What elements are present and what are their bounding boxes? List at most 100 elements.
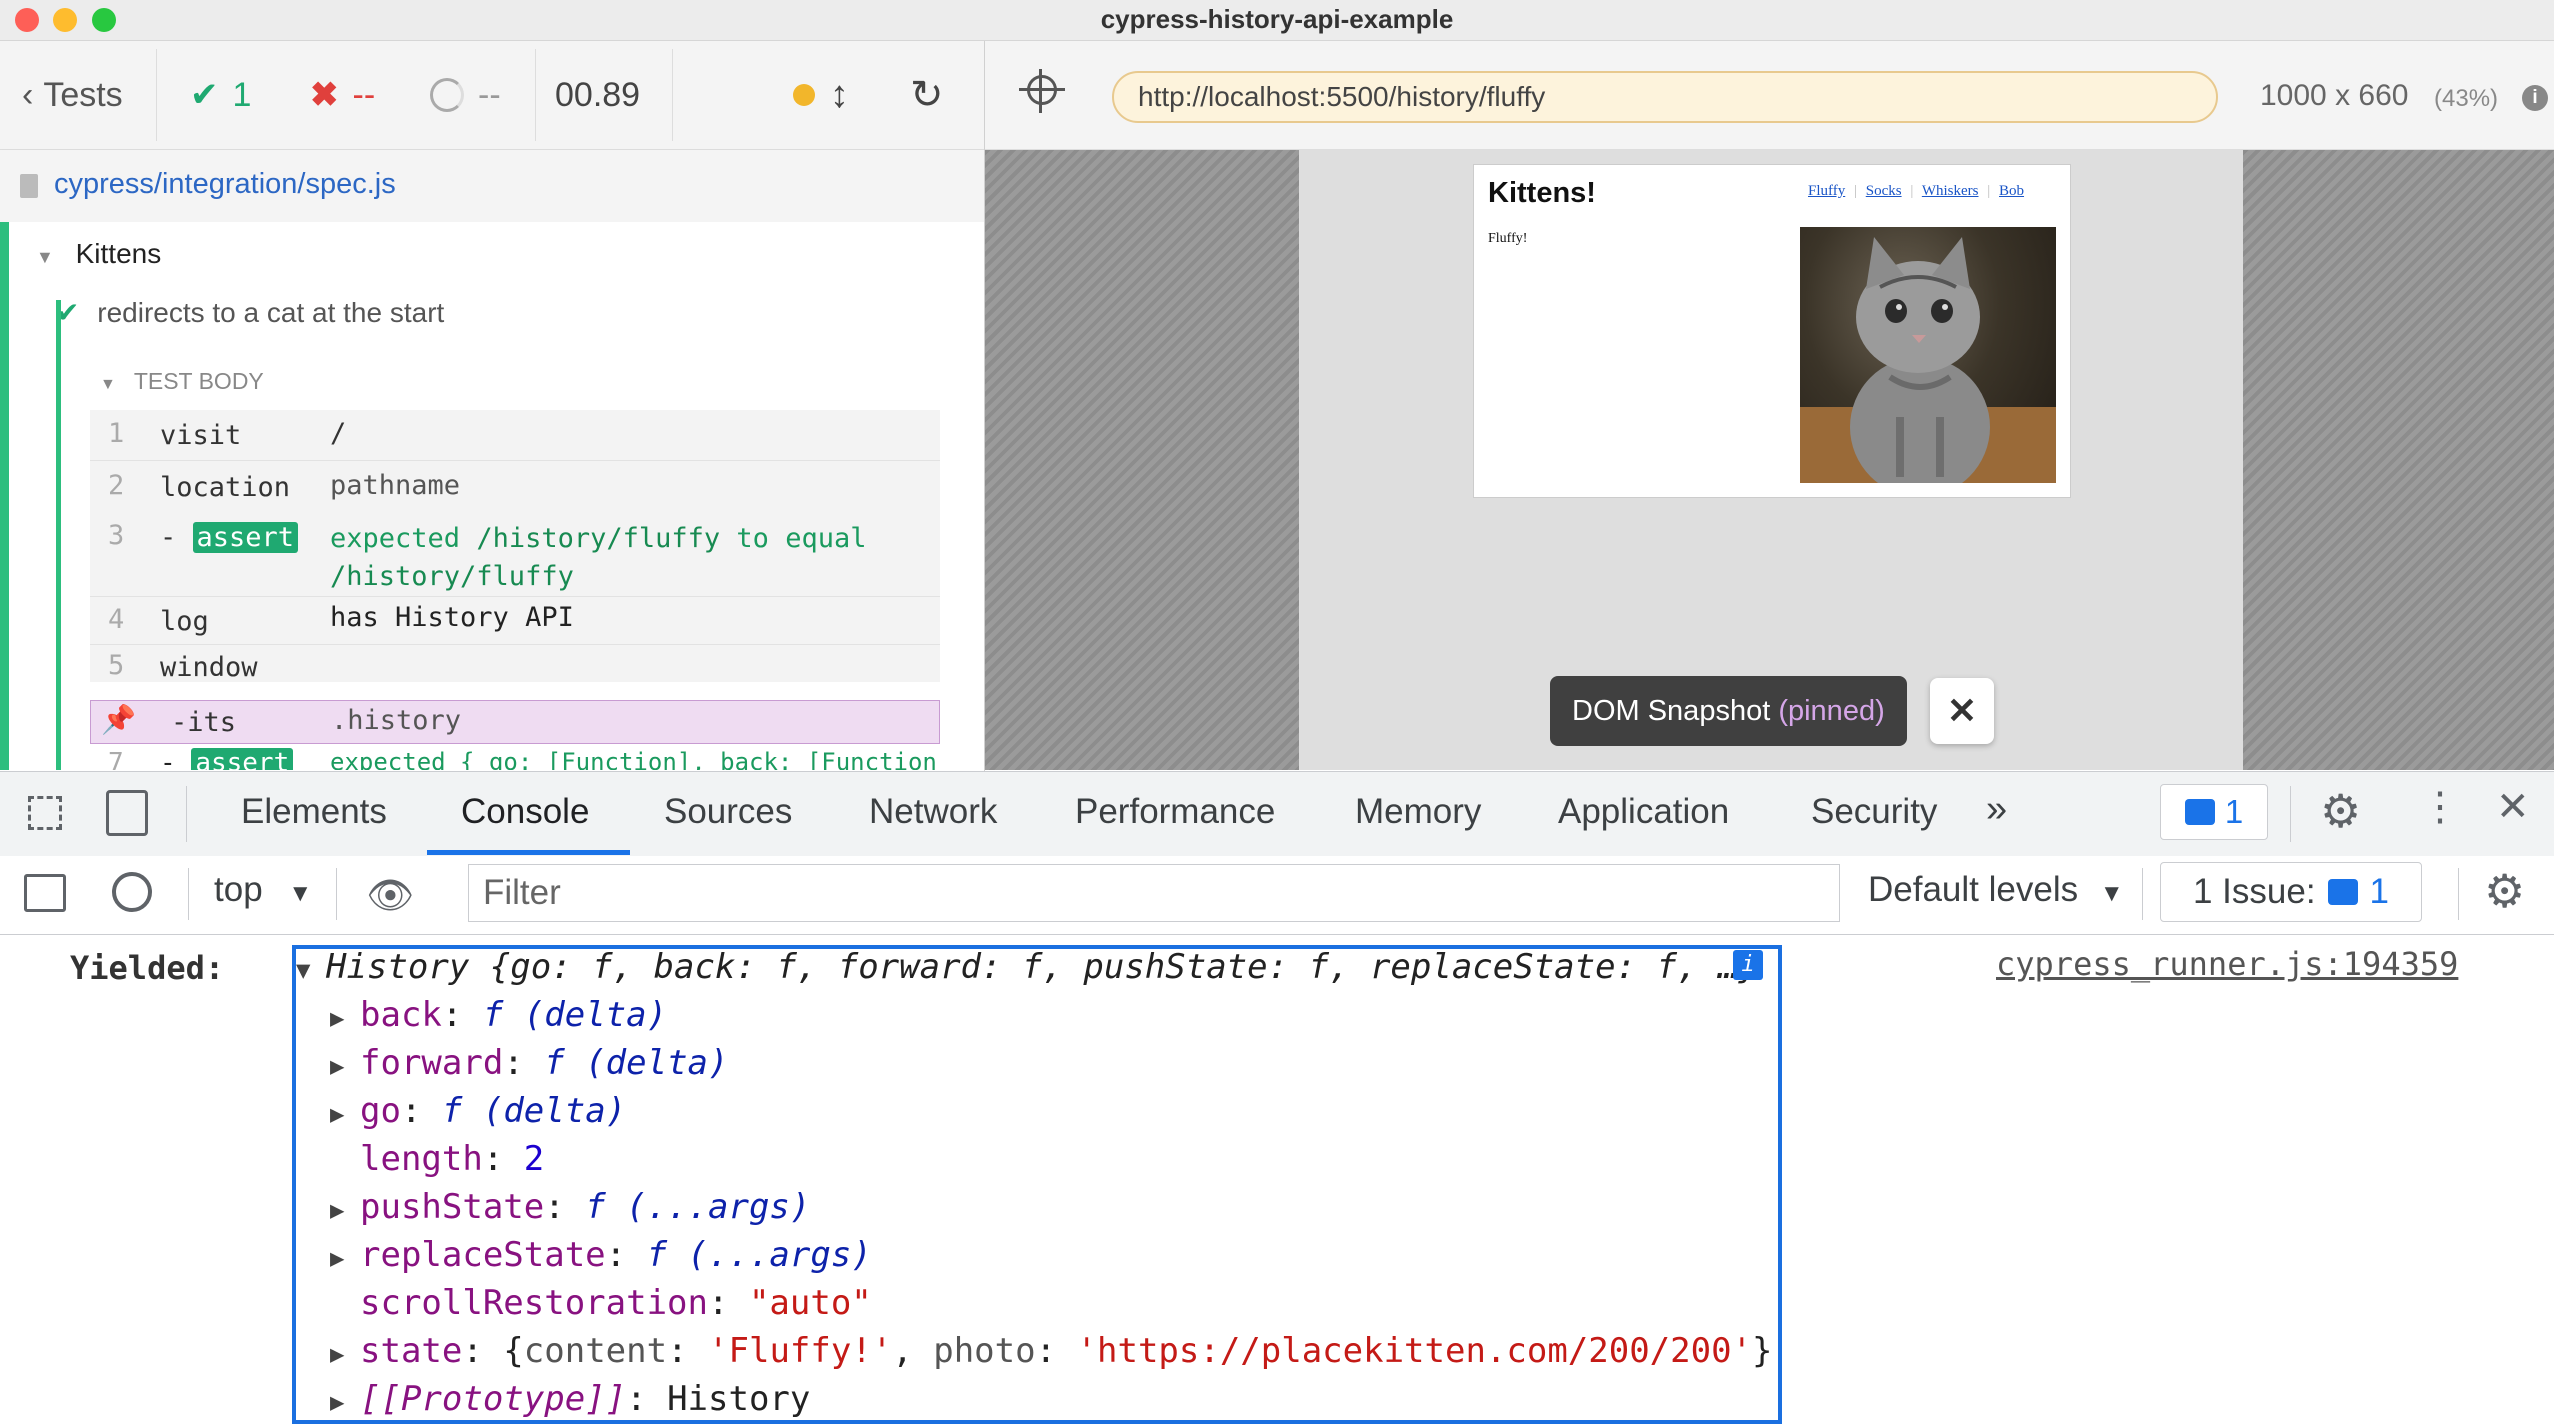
issues-button[interactable]: 1 Issue: 1 [2160,862,2422,922]
url-bar[interactable]: http://localhost:5500/history/fluffy [1112,71,2218,123]
failed-count: -- [352,75,376,114]
kebab-menu-icon[interactable]: ⋮ [2420,784,2460,830]
device-toolbar-icon[interactable] [106,790,148,836]
prop-row-go[interactable]: ▶ go: f (delta) [330,1091,626,1131]
log-levels-dropdown[interactable]: Default levels ▼ [1868,870,2124,910]
info-badge-icon[interactable]: i [1733,950,1763,980]
state-content-value: 'Fluffy!' [708,1331,893,1371]
close-devtools-icon[interactable]: ✕ [2496,784,2530,830]
viewport-margin-left [985,150,1299,770]
prop-key: length [360,1139,483,1179]
devtools-tab-bar: Elements Console Sources Network Perform… [0,771,2554,857]
prop-value: f (...args) [646,1235,872,1275]
collapsed-triangle-icon: ▶ [330,1340,345,1368]
collapsed-triangle-icon: ▶ [330,1244,345,1272]
tab-sources[interactable]: Sources [664,792,792,832]
source-link[interactable]: cypress_runner.js:194359 [1996,945,2458,983]
tab-elements[interactable]: Elements [241,792,387,832]
spec-path-bar: cypress/integration/spec.js [0,150,984,223]
prop-row-prototype[interactable]: ▶ [[Prototype]]: History [330,1379,810,1419]
command-name: location [160,472,291,503]
test-body-label: TEST BODY [133,368,264,394]
command-row-assert-2[interactable]: 7 - assert expected { go: [Function], ba… [90,746,940,770]
command-number: 3 [108,520,125,551]
pending-spinner-icon [430,78,464,112]
prop-row-pushstate[interactable]: ▶ pushState: f (...args) [330,1187,810,1227]
active-tab-underline [427,850,630,855]
command-number: 1 [108,418,125,449]
command-row-assert[interactable]: 3 - assert expected /history/fluffy to e… [90,512,940,594]
context-selector[interactable]: top ▼ [214,870,312,910]
command-row-log[interactable]: 4 log has History API [90,598,940,644]
vertical-arrows-icon: ↕ [830,73,849,116]
issues-label: 1 Issue: [2192,872,2316,911]
back-to-tests-button[interactable]: ‹ Tests [22,41,123,149]
x-icon: ✖ [310,76,339,114]
inspect-element-icon[interactable] [28,796,62,830]
live-expression-eye-icon[interactable]: 👁 [366,874,414,918]
command-row-window[interactable]: 5 window [90,646,940,686]
close-icon: ✕ [1946,690,1978,731]
command-row-its-pinned[interactable]: 📌 -its .history [90,700,940,744]
command-number: 2 [108,470,125,501]
tab-security[interactable]: Security [1811,792,1937,832]
collapsed-triangle-icon: ▶ [330,1004,345,1032]
more-tabs-icon[interactable]: » [1986,788,2007,831]
command-row-visit[interactable]: 1 visit / [90,410,940,460]
chevron-left-icon: ‹ [22,75,34,114]
issues-count: 1 [2369,872,2390,911]
auto-scroll-toggle[interactable]: ↕ [830,41,849,149]
prop-key: back [360,995,442,1035]
tab-performance[interactable]: Performance [1075,792,1275,832]
suite-row[interactable]: ▼ Kittens [36,238,161,270]
clear-console-icon[interactable] [112,872,152,912]
command-row-location[interactable]: 2 location pathname [90,462,940,512]
tab-memory[interactable]: Memory [1355,792,1481,832]
nav-link-fluffy[interactable]: Fluffy [1808,183,1845,199]
nav-link-socks[interactable]: Socks [1866,183,1902,199]
prop-key: scrollRestoration [360,1283,708,1323]
pin-icon: 📌 [101,703,136,736]
dom-snapshot-label: DOM Snapshot [1572,694,1771,727]
test-status-bar [0,222,9,770]
command-message: expected { go: [Function], back: [Functi… [330,748,940,770]
nav-link-whiskers[interactable]: Whiskers [1922,183,1979,199]
prop-key: replaceState [360,1235,606,1275]
context-label: top [214,870,263,909]
history-summary-row[interactable]: ▼ History {go: f, back: f, forward: f, pu… [296,947,1759,987]
info-icon[interactable]: i [2522,85,2548,111]
settings-gear-icon[interactable]: ⚙ [2320,784,2361,838]
tab-network[interactable]: Network [869,792,997,832]
prop-value: f (delta) [544,1043,729,1083]
prop-key: go [360,1091,401,1131]
assert-badge: assert [191,748,294,770]
test-row[interactable]: ✔ redirects to a cat at the start [56,296,444,329]
rerun-button[interactable]: ↻ [910,41,944,149]
pending-stat: -- [430,41,501,149]
collapsed-triangle-icon: ▶ [330,1196,345,1224]
messages-button[interactable]: 1 [2160,784,2268,840]
tab-application[interactable]: Application [1558,792,1729,832]
app-frame: Kittens! Fluffy | Socks | Whiskers | Bob… [1473,164,2071,498]
page-heading: Kittens! [1488,177,1596,209]
command-message: / [330,418,347,449]
filter-input[interactable]: Filter [468,864,1840,922]
kitten-photo [1800,227,2056,483]
test-body-section[interactable]: ▼ TEST BODY [100,368,264,395]
console-settings-gear-icon[interactable]: ⚙ [2484,864,2525,918]
prop-row-forward[interactable]: ▶ forward: f (delta) [330,1043,728,1083]
prop-row-length: length: 2 [360,1139,545,1179]
collapsed-triangle-icon: ▶ [330,1388,345,1416]
check-icon: ✔ [190,76,219,114]
state-content-key: content [523,1331,668,1371]
nav-link-bob[interactable]: Bob [1999,183,2024,199]
sidebar-toggle-icon[interactable] [24,874,66,912]
prop-row-back[interactable]: ▶ back: f (delta) [330,995,667,1035]
viewport-scale: (43%) [2434,85,2499,112]
prop-row-replacestate[interactable]: ▶ replaceState: f (...args) [330,1235,872,1275]
tab-console[interactable]: Console [461,792,589,832]
command-name: -its [171,707,237,738]
prop-row-state[interactable]: ▶ state: {content: 'Fluffy!', photo: 'htt… [330,1331,1773,1371]
unpin-snapshot-button[interactable]: ✕ [1930,678,1994,744]
spec-path-link[interactable]: cypress/integration/spec.js [54,168,396,201]
